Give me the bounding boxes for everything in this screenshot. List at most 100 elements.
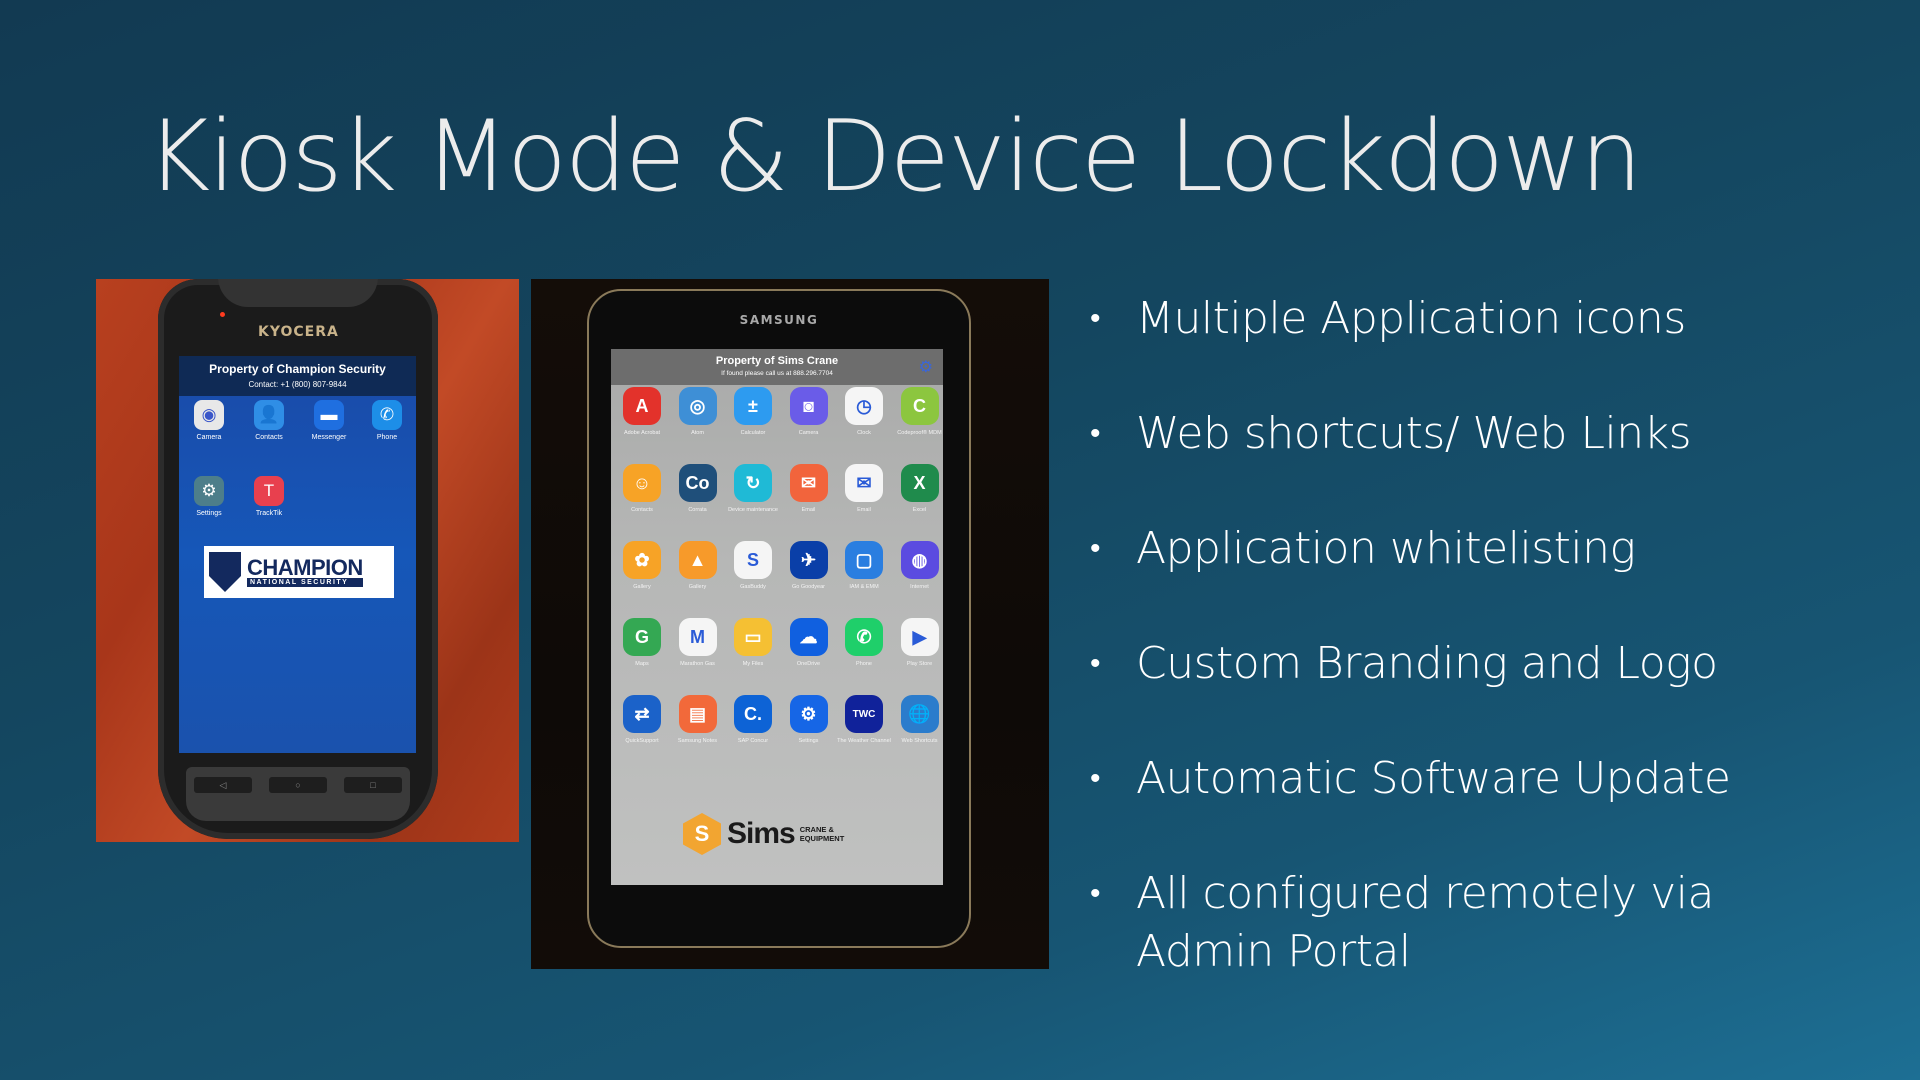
adobe-acrobat-icon: A bbox=[623, 387, 661, 425]
app-tracktik: T TrackTik bbox=[239, 476, 299, 517]
bullet-dot: • bbox=[1090, 416, 1101, 451]
app-label: Messenger bbox=[311, 434, 347, 441]
kyocera-phone-photo: KYOCERA Property of Champion Security Co… bbox=[96, 279, 519, 842]
app-label: GasBuddy bbox=[740, 584, 766, 590]
camera-icon: ◙ bbox=[789, 387, 828, 425]
app-label: Calculator bbox=[740, 430, 766, 436]
sap-concur-icon: C. bbox=[734, 695, 772, 733]
phone-icon: ✆ bbox=[845, 618, 883, 656]
samsung-tablet: SAMSUNG Property of Sims Crane If found … bbox=[587, 289, 971, 948]
weather-channel-icon: TWC bbox=[845, 695, 883, 733]
bullet-text: Custom Branding and Logo bbox=[1136, 638, 1718, 689]
settings-icon: ⚙ bbox=[194, 476, 224, 506]
bullet-text: Application whitelisting bbox=[1136, 523, 1636, 574]
email-icon: ✉ bbox=[789, 464, 828, 502]
gallery-icon: ▲ bbox=[678, 541, 717, 579]
app-label: Go Goodyear bbox=[791, 584, 826, 590]
app-label: Settings bbox=[798, 738, 819, 744]
app-quicksupport: ⇄ QuickSupport bbox=[614, 695, 670, 745]
app-email: ✉ Email bbox=[836, 464, 892, 514]
bullet-dot: • bbox=[1090, 301, 1101, 336]
app-messenger: ▬ Messenger bbox=[299, 400, 359, 441]
app-label: Camera bbox=[196, 434, 222, 441]
quicksupport-icon: ⇄ bbox=[623, 695, 661, 733]
clock-icon: ◷ bbox=[845, 387, 883, 425]
app-web-shortcuts: 🌐 Web Shortcuts bbox=[892, 695, 948, 745]
kiosk-screen: Property of Sims Crane If found please c… bbox=[611, 349, 943, 885]
kiosk-header-title: Property of Sims Crane bbox=[715, 355, 839, 367]
bullet-text: Web shortcuts/ Web Links bbox=[1136, 408, 1692, 459]
speaker-grille bbox=[218, 279, 378, 307]
gallery-icon: ✿ bbox=[623, 541, 661, 579]
app-label: Settings bbox=[196, 510, 222, 517]
app-label: The Weather Channel bbox=[837, 738, 891, 744]
web-shortcuts-icon: 🌐 bbox=[900, 695, 939, 733]
excel-icon: X bbox=[900, 464, 939, 502]
camera-icon: ◉ bbox=[194, 400, 224, 430]
app-label: Device maintenance bbox=[728, 507, 778, 513]
bullet-item: • Automatic Software Update bbox=[1090, 750, 1836, 808]
kiosk-header: Property of Champion Security Contact: +… bbox=[179, 356, 416, 396]
kiosk-header-contact: Contact: +1 (800) 807-9844 bbox=[248, 380, 347, 389]
bullet-item: • Application whitelisting bbox=[1090, 520, 1836, 578]
samsung-tablet-photo: SAMSUNG Property of Sims Crane If found … bbox=[531, 279, 1049, 969]
app-internet: ◍ Internet bbox=[892, 541, 948, 591]
logo-subtitle: CRANE & EQUIPMENT bbox=[800, 825, 845, 843]
app-gallery: ✿ Gallery bbox=[614, 541, 670, 591]
app-label: Codeproof® MDM bbox=[897, 430, 942, 436]
kiosk-screen: Property of Champion Security Contact: +… bbox=[179, 356, 416, 753]
sims-logo: S Sims CRANE & EQUIPMENT bbox=[683, 813, 844, 855]
bullet-dot: • bbox=[1090, 646, 1101, 681]
messenger-icon: ▬ bbox=[314, 400, 344, 430]
gear-icon: ⚙ bbox=[918, 359, 933, 376]
app-label: Email bbox=[857, 507, 871, 513]
bullet-text: All configured remotely via Admin Portal bbox=[1136, 868, 1714, 977]
samsung-notes-icon: ▤ bbox=[678, 695, 717, 733]
gasbuddy-icon: S bbox=[734, 541, 772, 579]
app-email: ✉ Email bbox=[781, 464, 837, 514]
app-label: Play Store bbox=[906, 661, 933, 667]
app-label: TrackTik bbox=[255, 510, 283, 517]
sims-hex-icon: S bbox=[683, 813, 721, 855]
bullet-dot: • bbox=[1090, 876, 1101, 911]
app-gasbuddy: S GasBuddy bbox=[725, 541, 781, 591]
bullet-dot: • bbox=[1090, 531, 1101, 566]
bullet-item: • All configured remotely via Admin Porta… bbox=[1090, 865, 1836, 981]
app-label: SAP Concur bbox=[737, 738, 769, 744]
onedrive-icon: ☁ bbox=[789, 618, 828, 656]
calculator-icon: ± bbox=[734, 387, 772, 425]
contacts-icon: ☺ bbox=[623, 464, 661, 502]
app-label: QuickSupport bbox=[625, 738, 659, 744]
app-excel: X Excel bbox=[892, 464, 948, 514]
app-play-store: ▶ Play Store bbox=[892, 618, 948, 668]
recents-button: □ bbox=[344, 777, 402, 793]
bullet-dot: • bbox=[1090, 761, 1101, 796]
logo-subtitle-line-1: CRANE & bbox=[799, 825, 834, 834]
app-label: Phone bbox=[376, 434, 398, 441]
app-label: Camera bbox=[798, 430, 819, 436]
corrata-icon: Co bbox=[678, 464, 717, 502]
app-label: Adobe Acrobat bbox=[623, 430, 661, 436]
app-settings: ⚙ Settings bbox=[781, 695, 837, 745]
maps-icon: G bbox=[623, 618, 661, 656]
bullet-item: • Multiple Application icons bbox=[1090, 290, 1836, 348]
slide-title: Kiosk Mode & Device Lockdown bbox=[146, 100, 1642, 214]
app-phone: ✆ Phone bbox=[836, 618, 892, 668]
app-gallery: ▲ Gallery bbox=[670, 541, 726, 591]
iam-emm-icon: ▢ bbox=[845, 541, 883, 579]
app-label: Atom bbox=[691, 430, 704, 436]
app-label: Gallery bbox=[688, 584, 707, 590]
app-contacts: ☺ Contacts bbox=[614, 464, 670, 514]
app-device-maintenance: ↻ Device maintenance bbox=[725, 464, 781, 514]
device-maintenance-icon: ↻ bbox=[734, 464, 772, 502]
logo-subtitle: NATIONAL SECURITY bbox=[247, 577, 363, 587]
bullet-item: • Custom Branding and Logo bbox=[1090, 635, 1836, 693]
hardware-nav-buttons: ◁ ○ □ bbox=[186, 767, 410, 821]
kiosk-header-title: Property of Champion Security bbox=[209, 362, 386, 376]
app-samsung-notes: ▤ Samsung Notes bbox=[670, 695, 726, 745]
app-sap-concur: C. SAP Concur bbox=[725, 695, 781, 745]
app-label: Excel bbox=[912, 507, 927, 513]
champion-logo: CHAMPION NATIONAL SECURITY bbox=[204, 546, 394, 598]
app-my-files: ▭ My Files bbox=[725, 618, 781, 668]
app-corrata: Co Corrata bbox=[670, 464, 726, 514]
